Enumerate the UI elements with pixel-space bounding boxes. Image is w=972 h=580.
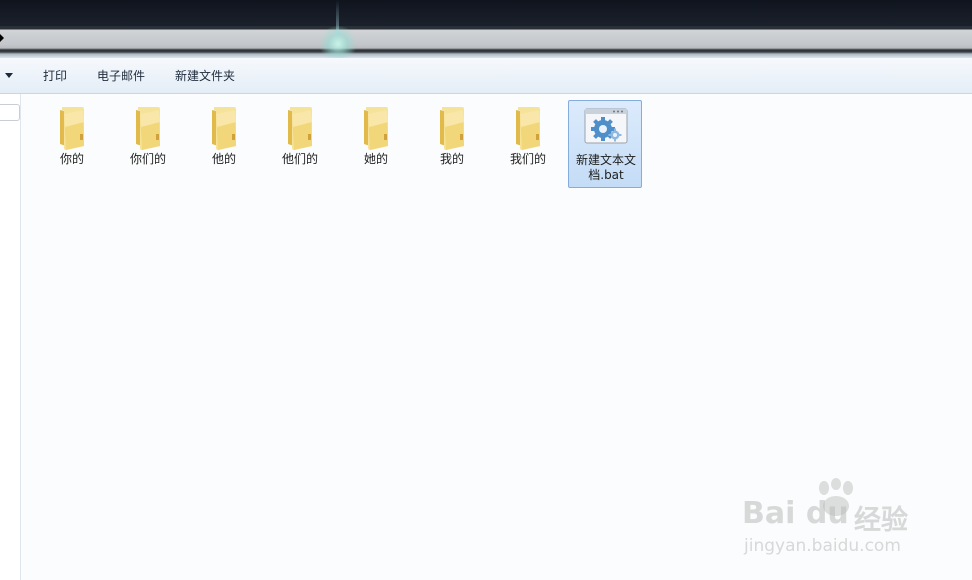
folder-icon (35, 104, 109, 150)
desktop-top-edge (0, 0, 972, 26)
item-label: 我们的 (509, 152, 546, 166)
folder-item[interactable]: 你们的 (111, 100, 185, 188)
folder-item[interactable]: 我的 (415, 100, 489, 188)
light-glare (318, 26, 358, 62)
folder-icon (263, 104, 337, 150)
watermark-url: jingyan.baidu.com (744, 536, 901, 556)
item-label: 他们的 (281, 152, 318, 166)
folder-item[interactable]: 他们的 (263, 100, 337, 188)
new-folder-button[interactable]: 新建文件夹 (175, 68, 235, 84)
folder-icon (415, 104, 489, 150)
item-label: 新建文本文档.bat (575, 153, 636, 182)
watermark-brand: Bai du (742, 496, 849, 531)
item-label: 她的 (363, 152, 388, 166)
folder-item[interactable]: 她的 (339, 100, 413, 188)
folder-icon (339, 104, 413, 150)
print-button[interactable]: 打印 (43, 68, 67, 84)
folder-icon (111, 104, 185, 150)
batch-file-gear-icon (569, 105, 643, 151)
item-label: 他的 (211, 152, 236, 166)
dropdown-arrow-icon[interactable] (5, 73, 13, 78)
window-title-strip (0, 26, 972, 58)
navigation-pane[interactable] (0, 94, 21, 580)
item-label: 你们的 (129, 152, 166, 166)
email-button[interactable]: 电子邮件 (97, 68, 145, 84)
watermark-brand-cn: 经验 (854, 505, 908, 536)
bat-file-item[interactable]: 新建文本文档.bat (568, 100, 642, 188)
folder-item[interactable]: 你的 (35, 100, 109, 188)
baidu-jingyan-watermark: Bai du 经验 jingyan.baidu.com (742, 478, 932, 568)
folder-icon (187, 104, 261, 150)
folder-item[interactable]: 他的 (187, 100, 261, 188)
command-bar: 打印 电子邮件 新建文件夹 (0, 58, 972, 94)
nav-pane-item[interactable] (0, 104, 20, 121)
folder-icon (491, 104, 565, 150)
item-label: 你的 (59, 152, 84, 166)
title-arrow-icon (0, 34, 4, 42)
item-label: 我的 (439, 152, 464, 166)
folder-item[interactable]: 我们的 (491, 100, 565, 188)
